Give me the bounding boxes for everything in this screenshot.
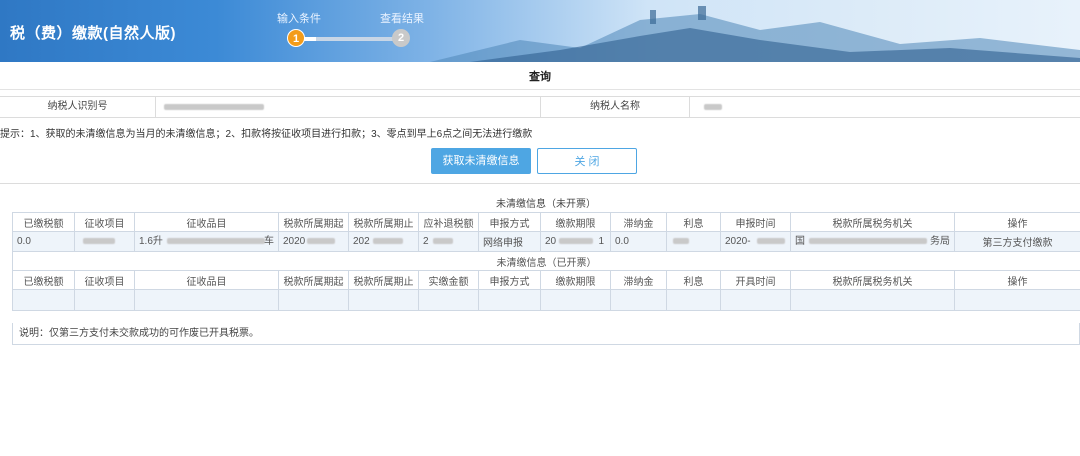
col-header: 缴款期限 [540,212,611,232]
issued-header-row: 已缴税额 征收项目 征收品目 税款所属期起 税款所属期止 实缴金额 申报方式 缴… [12,270,1080,290]
period-end-cell: 202 [348,231,419,252]
step-2-label: 查看结果 [380,13,424,25]
declare-time-cell: 2020- [720,231,791,252]
taxpayer-name-value [704,104,722,110]
col-header: 申报时间 [720,212,791,232]
amount-cell: 2 [418,231,479,252]
tip-text: 提示：1、获取的未清缴信息为当月的未清缴信息；2、扣款将按征收项目进行扣款；3、… [0,129,533,140]
category-cell: 1.6升 车 [134,231,279,252]
col-header: 税款所属期止 [348,270,419,290]
col-header: 缴款期限 [540,270,611,290]
step-1-circle: 1 [287,29,305,47]
col-header: 税款所属税务机关 [790,212,955,232]
col-header: 税款所属期止 [348,212,419,232]
col-header: 征收项目 [74,270,135,290]
col-header: 税款所属期起 [278,270,349,290]
deadline-cell: 20 1 [540,231,611,252]
col-header: 征收项目 [74,212,135,232]
query-section-title: 查询 [0,64,1080,90]
col-header: 税款所属期起 [278,212,349,232]
item-cell [74,231,135,252]
step-progress-line [300,37,400,41]
paid-cell: 0.0 [12,231,75,252]
period-start-cell: 2020 [278,231,349,252]
col-header: 操作 [954,270,1080,290]
issued-caption: 未清缴信息（已开票） [12,251,1080,271]
taxpayer-info-row: 纳税人识别号 纳税人名称 [0,96,1080,118]
col-header: 滞纳金 [610,212,667,232]
col-header: 利息 [666,270,721,290]
interest-cell [666,231,721,252]
step-1-label: 输入条件 [277,13,321,25]
method-cell: 网络申报 [478,231,541,252]
col-header: 已缴税额 [12,212,75,232]
col-header: 税款所属税务机关 [790,270,955,290]
unissued-header-row: 已缴税额 征收项目 征收品目 税款所属期起 税款所属期止 应补退税额 申报方式 … [12,212,1080,232]
col-header: 开具时间 [720,270,791,290]
taxpayer-id-label: 纳税人识别号 [0,97,156,117]
col-header: 滞纳金 [610,270,667,290]
late-fee-cell: 0.0 [610,231,667,252]
taxpayer-name-label: 纳税人名称 [540,97,690,117]
table-row: 0.0 1.6升 车 2020 202 2 网络申报 20 1 0.0 2020… [12,231,1080,252]
step-2-circle: 2 [392,29,410,47]
col-header: 利息 [666,212,721,232]
col-header: 操作 [954,212,1080,232]
col-header: 已缴税额 [12,270,75,290]
page-title: 税（费）缴款(自然人版) [10,25,176,42]
section-divider [0,183,1080,184]
issued-caption-row: 未清缴信息（已开票） [12,251,1080,271]
unissued-table: 已缴税额 征收项目 征收品目 税款所属期起 税款所属期止 应补退税额 申报方式 … [12,212,1080,311]
authority-cell: 国 务局 [790,231,955,252]
col-header: 申报方式 [478,212,541,232]
header-banner: 税（费）缴款(自然人版) 输入条件 查看结果 1 2 [0,0,1080,62]
footer-note: 说明：仅第三方支付未交款成功的可作废已开具税票。 [12,323,1080,345]
col-header: 征收品目 [134,270,279,290]
unissued-caption: 未清缴信息（未开票） [496,199,596,210]
third-party-pay-link[interactable]: 第三方支付缴款 [954,231,1080,252]
taxpayer-id-value [164,104,264,110]
col-header: 实缴金额 [418,270,479,290]
col-header: 申报方式 [478,270,541,290]
close-button[interactable]: 关 闭 [537,148,637,174]
col-header: 征收品目 [134,212,279,232]
empty-row [12,289,1080,311]
col-header: 应补退税额 [418,212,479,232]
fetch-unpaid-button[interactable]: 获取未清缴信息 [431,148,531,174]
